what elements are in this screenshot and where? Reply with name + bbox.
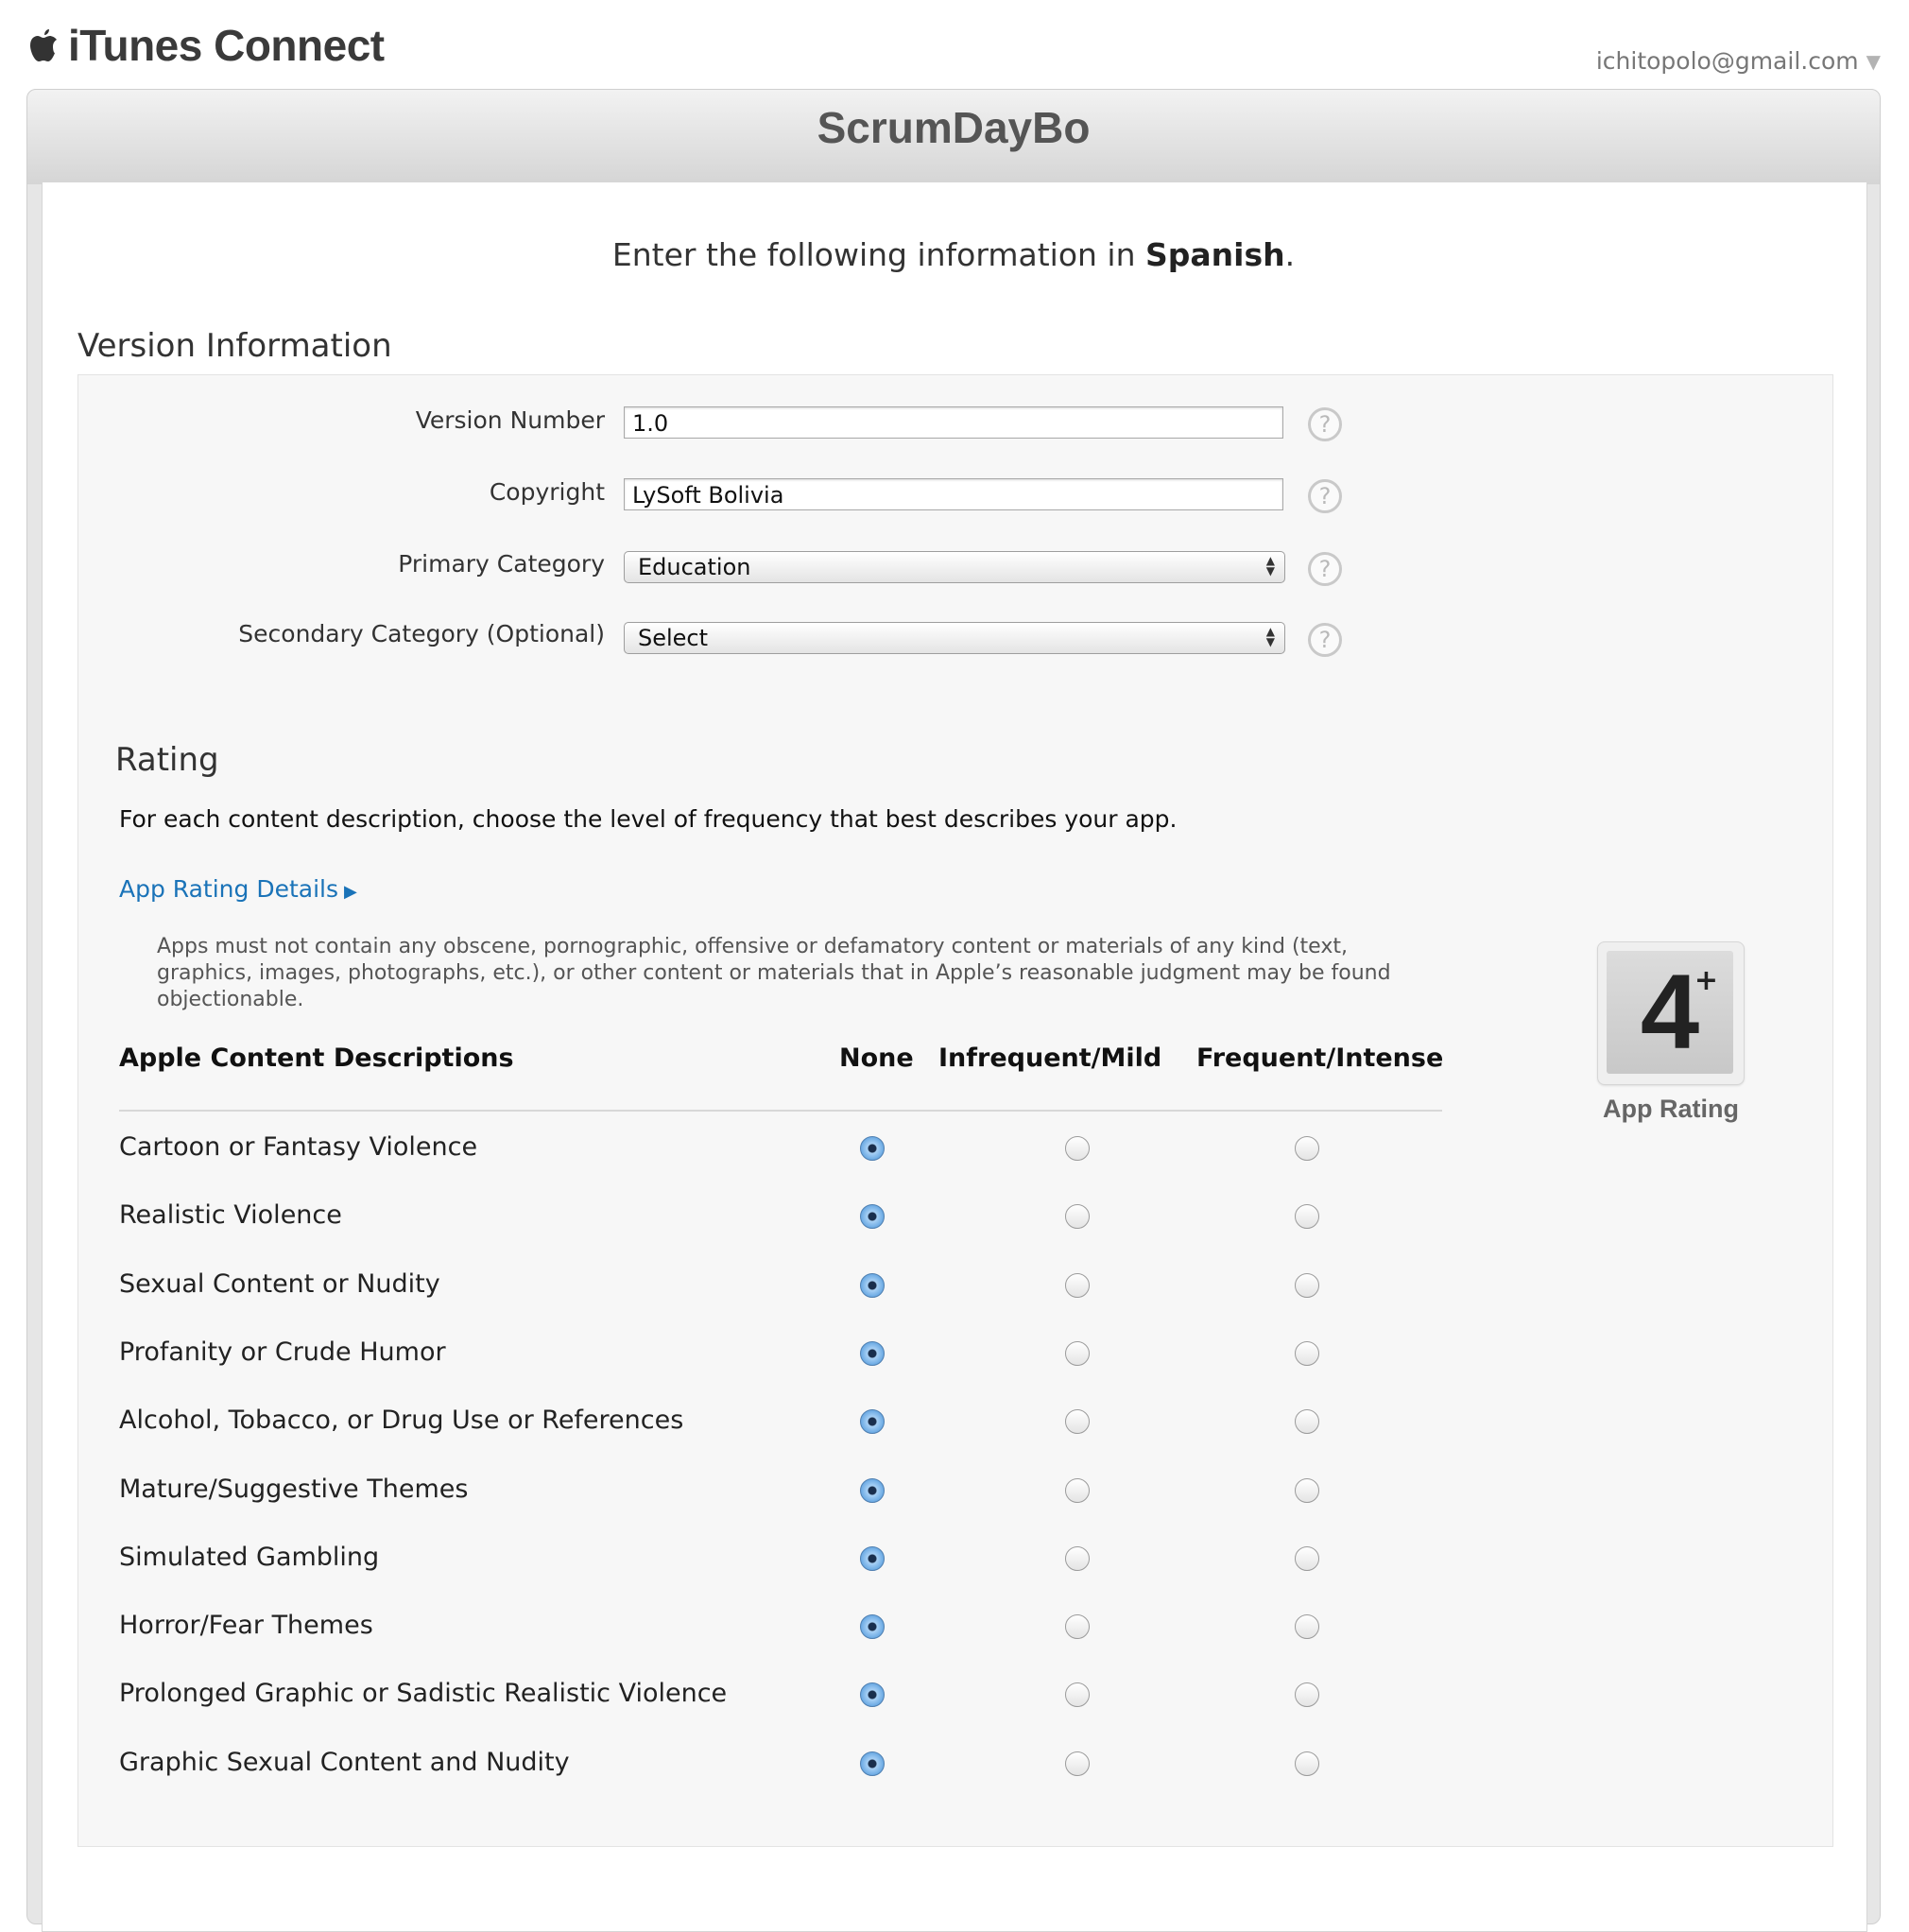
column-header-descriptions: Apple Content Descriptions (119, 1044, 514, 1073)
radio-intense[interactable] (1295, 1272, 1319, 1298)
column-header-intense: Frequent/Intense (1196, 1044, 1444, 1073)
column-header-mild: Infrequent/Mild (938, 1044, 1162, 1073)
radio-none[interactable] (860, 1614, 885, 1640)
apple-logo-icon (30, 29, 57, 61)
select-arrows-icon: ▲ ▼ (1265, 625, 1275, 648)
radio-mild[interactable] (1065, 1614, 1090, 1640)
radio-none[interactable] (860, 1136, 885, 1161)
rating-row-label: Graphic Sexual Content and Nudity (119, 1747, 570, 1777)
radio-intense[interactable] (1295, 1614, 1319, 1640)
radio-intense[interactable] (1295, 1340, 1319, 1366)
radio-mild[interactable] (1065, 1340, 1090, 1366)
secondary-category-value: Select (638, 625, 709, 651)
version-number-field[interactable]: 1.0 (624, 406, 1283, 439)
instruction-suffix: . (1284, 236, 1296, 273)
radio-mild[interactable] (1065, 1272, 1090, 1298)
rating-row-label: Cartoon or Fantasy Violence (119, 1132, 478, 1162)
app-rating-number: 4 (1640, 953, 1700, 1071)
radio-mild[interactable] (1065, 1136, 1090, 1161)
itunes-connect-logo[interactable]: iTunes Connect (28, 17, 385, 74)
primary-category-select[interactable]: Education ▲ ▼ (624, 551, 1285, 583)
radio-none[interactable] (860, 1477, 885, 1503)
table-divider (119, 1110, 1442, 1112)
language-instruction: Enter the following information in Spani… (42, 236, 1866, 273)
radio-mild[interactable] (1065, 1409, 1090, 1435)
account-menu[interactable]: ichitopolo@gmail.com ▼ (1596, 47, 1881, 75)
version-information-heading: Version Information (77, 327, 392, 365)
account-email: ichitopolo@gmail.com (1595, 47, 1859, 75)
help-icon[interactable]: ? (1308, 479, 1342, 513)
content-policy-text: Apps must not contain any obscene, porno… (157, 935, 1391, 1011)
chevron-down-icon: ▼ (1866, 49, 1881, 73)
radio-none[interactable] (860, 1409, 885, 1435)
secondary-category-select[interactable]: Select ▲ ▼ (624, 622, 1285, 654)
rating-row-label: Simulated Gambling (119, 1542, 380, 1572)
disclosure-triangle-icon: ▶ (344, 882, 357, 902)
app-rating-badge: 4 + (1597, 941, 1745, 1085)
app-rating-details-label: App Rating Details (119, 875, 339, 903)
radio-none[interactable] (860, 1545, 885, 1571)
instruction-language: Spanish (1144, 236, 1285, 273)
help-icon[interactable]: ? (1308, 407, 1342, 441)
rating-row-label: Realistic Violence (119, 1200, 342, 1231)
radio-intense[interactable] (1295, 1409, 1319, 1435)
help-icon[interactable]: ? (1308, 552, 1342, 586)
brand-name: iTunes Connect (68, 21, 385, 70)
instruction-prefix: Enter the following information in (611, 236, 1145, 273)
app-rating-caption: App Rating (1603, 1095, 1739, 1123)
radio-mild[interactable] (1065, 1751, 1090, 1776)
radio-intense[interactable] (1295, 1545, 1319, 1571)
rating-row-label: Mature/Suggestive Themes (119, 1474, 469, 1504)
radio-none[interactable] (860, 1272, 885, 1298)
rating-description: For each content description, choose the… (119, 805, 1178, 833)
copyright-field[interactable]: LySoft Bolivia (624, 478, 1283, 510)
version-number-label: Version Number (415, 406, 605, 434)
rating-row-label: Sexual Content or Nudity (119, 1268, 440, 1299)
column-header-none: None (839, 1044, 914, 1073)
app-rating-plus: + (1694, 964, 1718, 997)
rating-row-label: Alcohol, Tobacco, or Drug Use or Referen… (119, 1406, 684, 1436)
rating-heading: Rating (115, 741, 219, 779)
radio-none[interactable] (860, 1751, 885, 1776)
rating-row-label: Horror/Fear Themes (119, 1611, 373, 1641)
primary-category-label: Primary Category (398, 550, 605, 578)
secondary-category-label: Secondary Category (Optional) (238, 620, 605, 647)
radio-intense[interactable] (1295, 1136, 1319, 1161)
rating-row-label: Profanity or Crude Humor (119, 1337, 446, 1367)
radio-intense[interactable] (1295, 1751, 1319, 1776)
radio-mild[interactable] (1065, 1477, 1090, 1503)
primary-category-value: Education (638, 554, 751, 580)
radio-mild[interactable] (1065, 1545, 1090, 1571)
app-title: ScrumDayBo (817, 103, 1091, 152)
copyright-label: Copyright (489, 478, 605, 506)
select-arrows-icon: ▲ ▼ (1265, 554, 1275, 578)
help-icon[interactable]: ? (1308, 623, 1342, 657)
app-rating-details-link[interactable]: App Rating Details ▶ (119, 875, 357, 903)
radio-intense[interactable] (1295, 1477, 1319, 1503)
app-rating-badge-face: 4 + (1607, 951, 1733, 1074)
radio-none[interactable] (860, 1340, 885, 1366)
rating-row-label: Prolonged Graphic or Sadistic Realistic … (119, 1679, 728, 1709)
